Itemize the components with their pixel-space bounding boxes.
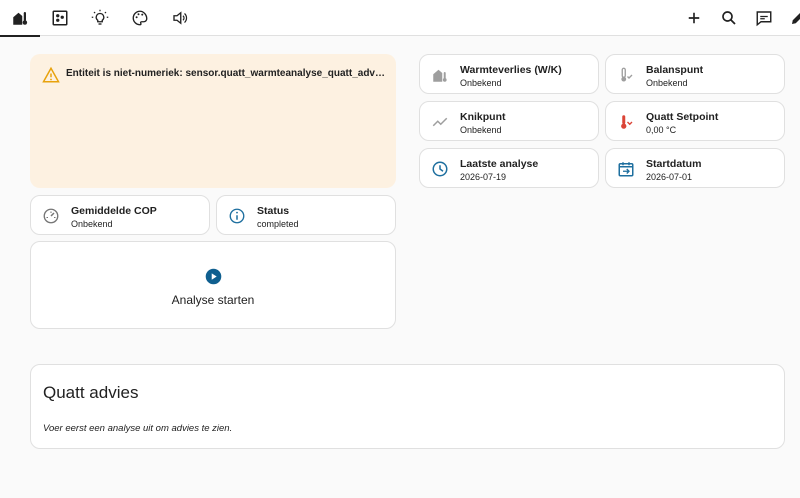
thermometer-icon: [621, 115, 633, 129]
add-button[interactable]: [678, 0, 710, 36]
info-icon: [229, 208, 245, 224]
tile-name: Laatste analyse: [460, 158, 539, 170]
home-thermometer-icon: [433, 69, 447, 82]
tile-warmteverlies[interactable]: Warmteverlies (W/K) Onbekend: [419, 54, 599, 94]
tile-state: Onbekend: [71, 219, 113, 229]
advies-message: Voer eerst een analyse uit om advies te …: [43, 423, 233, 434]
gauge-icon: [43, 208, 59, 224]
tile-name: Gemiddelde COP: [71, 205, 157, 217]
tile-status[interactable]: Status completed: [216, 195, 396, 235]
search-button[interactable]: [713, 0, 745, 36]
home-thermometer-icon: [13, 12, 28, 25]
tab-home[interactable]: [0, 0, 40, 37]
tile-startdatum[interactable]: Startdatum 2026-07-01: [605, 148, 785, 188]
tile-name: Balanspunt: [646, 64, 704, 76]
assist-chat-icon: [756, 11, 772, 27]
quatt-advies-card: Quatt advies Voer eerst een analyse uit …: [30, 364, 785, 449]
tile-knikpunt[interactable]: Knikpunt Onbekend: [419, 101, 599, 141]
tile-state: Onbekend: [460, 78, 502, 88]
top-toolbar: [0, 0, 800, 37]
card-title: Quatt advies: [43, 383, 139, 402]
grid-dashboard-icon: [52, 10, 68, 26]
warning-message: Entiteit is niet-numeriek: sensor.quatt_…: [66, 68, 386, 79]
tile-balanspunt[interactable]: Balanspunt Onbekend: [605, 54, 785, 94]
plus-icon: [688, 12, 700, 24]
tile-gemiddelde-cop[interactable]: Gemiddelde COP Onbekend: [30, 195, 210, 235]
thermometer-check-icon: [621, 67, 633, 82]
trend-line-icon: [432, 117, 448, 127]
volume-speaker-icon: [173, 11, 188, 25]
tile-state: 2026-07-01: [646, 172, 693, 182]
tab-dashboard[interactable]: [40, 0, 80, 36]
tile-state: completed: [257, 219, 299, 229]
analyse-starten-button[interactable]: Analyse starten: [30, 241, 396, 329]
tile-name: Warmteverlies (W/K): [460, 64, 562, 76]
tile-name: Quatt Setpoint: [646, 111, 719, 123]
tile-state: 2026-07-19: [460, 172, 507, 182]
tab-lights[interactable]: [80, 0, 120, 36]
edit-button[interactable]: [782, 0, 800, 36]
lightbulb-icon: [91, 9, 109, 25]
tab-media[interactable]: [160, 0, 200, 36]
entity-warning-card: Entiteit is niet-numeriek: sensor.quatt_…: [30, 54, 396, 188]
tile-state: Onbekend: [460, 125, 502, 135]
tab-palette[interactable]: [120, 0, 160, 36]
search-icon: [722, 11, 736, 25]
palette-icon: [132, 10, 148, 26]
clock-icon: [432, 161, 448, 177]
calendar-icon: [618, 162, 634, 177]
button-label: Analyse starten: [171, 293, 255, 307]
tile-state: 0,00 °C: [646, 125, 677, 135]
tile-state: Onbekend: [646, 78, 688, 88]
tile-name: Startdatum: [646, 158, 702, 170]
assist-button[interactable]: [748, 0, 780, 36]
tile-quatt-setpoint[interactable]: Quatt Setpoint 0,00 °C: [605, 101, 785, 141]
tile-name: Status: [257, 205, 290, 217]
warning-triangle-icon: [42, 66, 60, 83]
pencil-icon: [792, 13, 800, 24]
tile-name: Knikpunt: [460, 111, 506, 123]
tile-laatste-analyse[interactable]: Laatste analyse 2026-07-19: [419, 148, 599, 188]
play-circle-icon: [205, 268, 222, 285]
